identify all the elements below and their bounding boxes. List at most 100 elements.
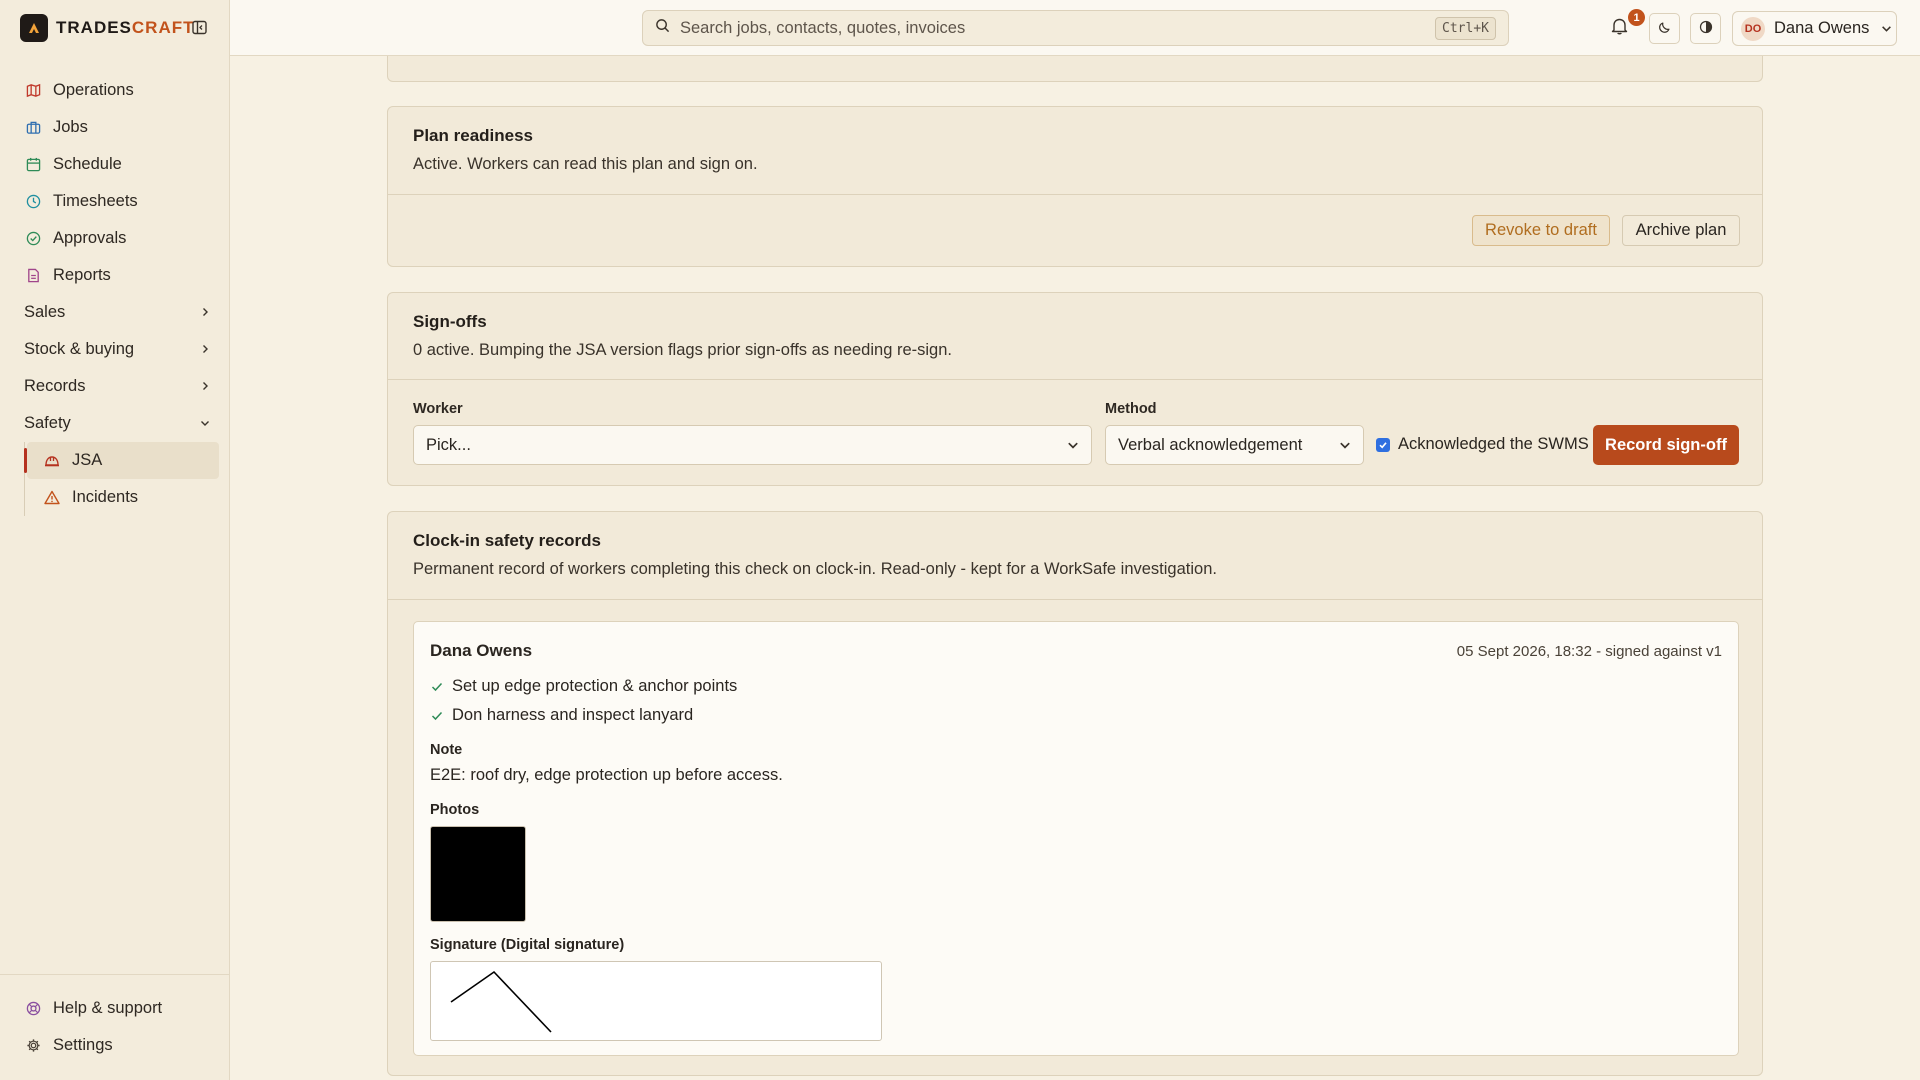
plan-readiness-card: Plan readiness Active. Workers can read … [387,106,1763,267]
brand-name-part1: TRADES [56,18,132,37]
acknowledged-checkbox[interactable] [1376,437,1390,452]
record-check-label: Set up edge protection & anchor points [452,677,738,695]
sidebar-item-jobs[interactable]: Jobs [16,109,218,146]
chevron-down-icon [1067,437,1079,456]
user-name: Dana Owens [1774,19,1870,37]
moon-icon [1658,19,1672,39]
sidebar-item-help[interactable]: Help & support [16,990,214,1027]
sidebar-item-timesheets[interactable]: Timesheets [16,183,218,220]
sidebar-group-label: Safety [24,414,71,432]
sidebar-group-label: Stock & buying [24,340,135,358]
sidebar-item-operations[interactable]: Operations [16,72,218,109]
safety-submenu: JSA Incidents [24,442,219,516]
sidebar-item-approvals[interactable]: Approvals [16,220,218,257]
record-timestamp: 05 Sept 2026, 18:32 - signed against v1 [1456,643,1722,660]
chevron-down-icon [200,414,210,433]
sidebar-item-incidents[interactable]: Incidents [27,479,219,516]
sidebar-item-label: Timesheets [53,192,138,210]
sidebar-group-records[interactable]: Records [16,368,218,405]
clock-icon [24,193,42,211]
search-input[interactable]: Search jobs, contacts, quotes, invoices [680,19,965,38]
acknowledged-checkbox-row[interactable]: Acknowledged the SWMS [1376,435,1589,454]
sidebar-collapse-icon[interactable] [190,18,208,36]
card-divider [388,599,1762,600]
brand-logo-icon [20,14,48,42]
hard-hat-icon [43,452,61,470]
chevron-down-icon [1881,23,1892,34]
sidebar: TRADESCRAFT Operations Jobs Schedule Tim… [0,0,230,1080]
map-icon [24,82,42,100]
record-worker-name: Dana Owens [430,641,533,660]
method-select-value: Verbal acknowledgement [1118,435,1303,454]
card-title: Clock-in safety records [413,531,602,550]
chevron-right-icon [200,340,210,359]
record-signoff-button[interactable]: Record sign-off [1593,425,1739,465]
sidebar-item-label: Jobs [53,118,88,136]
sidebar-item-label: Operations [53,81,134,99]
gear-icon [24,1037,42,1055]
worker-label: Worker [413,401,463,417]
sidebar-item-jsa[interactable]: JSA [24,442,219,479]
card-divider [388,379,1762,380]
sidebar-item-label: Reports [53,266,111,284]
worker-select-value: Pick... [426,435,471,454]
chevron-right-icon [200,377,210,396]
sidebar-item-label: Schedule [53,155,122,173]
sidebar-item-label: Approvals [53,229,127,247]
note-text: E2E: roof dry, edge protection up before… [430,766,783,784]
briefcase-icon [24,119,42,137]
archive-plan-button[interactable]: Archive plan [1622,215,1740,246]
sidebar-group-label: Sales [24,303,66,321]
contrast-icon [1699,19,1713,39]
method-select[interactable]: Verbal acknowledgement [1105,425,1364,465]
topbar: Search jobs, contacts, quotes, invoices … [230,0,1920,56]
brand-name-part2: CRAFT [131,18,195,37]
lifebuoy-icon [24,1000,42,1018]
document-icon [24,267,42,285]
card-description: 0 active. Bumping the JSA version flags … [413,341,952,359]
checkmark-icon [430,682,444,692]
sidebar-item-reports[interactable]: Reports [16,257,218,294]
signature-image [430,961,882,1041]
record-check-label: Don harness and inspect lanyard [452,706,694,724]
search-bar[interactable]: Search jobs, contacts, quotes, invoices … [642,10,1509,46]
sidebar-item-label: Incidents [72,488,139,506]
contrast-toggle-button[interactable] [1690,13,1721,44]
record-check-item: Don harness and inspect lanyard [430,706,693,725]
notifications-bell-icon[interactable] [1608,15,1630,37]
sidebar-group-label: Records [24,377,86,395]
note-label: Note [430,742,463,758]
search-icon [655,18,670,38]
card-title: Plan readiness [413,126,534,145]
sidebar-group-safety[interactable]: Safety [16,405,218,442]
chevron-down-icon [1339,437,1351,456]
chevron-right-icon [200,303,210,322]
check-circle-icon [24,230,42,248]
card-divider [388,194,1762,195]
record-check-item: Set up edge protection & anchor points [430,677,737,696]
method-label: Method [1105,401,1157,417]
sidebar-item-label: JSA [72,451,103,469]
safety-record-item: Dana Owens 05 Sept 2026, 18:32 - signed … [413,621,1739,1056]
acknowledged-label: Acknowledged the SWMS [1398,435,1589,453]
card-description: Permanent record of workers completing t… [413,560,1217,578]
theme-toggle-button[interactable] [1649,13,1680,44]
user-menu-button[interactable]: DO Dana Owens [1732,11,1897,46]
photos-label: Photos [430,802,480,818]
record-photo-thumbnail[interactable] [430,826,526,922]
signature-label: Signature (Digital signature) [430,937,625,953]
sidebar-nav: Operations Jobs Schedule Timesheets Appr… [16,72,219,516]
warning-icon [43,489,61,507]
worker-select[interactable]: Pick... [413,425,1092,465]
sidebar-item-schedule[interactable]: Schedule [16,146,218,183]
avatar: DO [1741,16,1765,41]
checkmark-icon [430,711,444,721]
sidebar-group-sales[interactable]: Sales [16,294,218,331]
sidebar-group-stock[interactable]: Stock & buying [16,331,218,368]
search-shortcut: Ctrl+K [1435,17,1496,40]
brand[interactable]: TRADESCRAFT [20,14,195,42]
sidebar-footer: Help & support Settings [0,974,230,1064]
card-description: Active. Workers can read this plan and s… [413,155,758,173]
sidebar-item-settings[interactable]: Settings [16,1027,214,1064]
revoke-to-draft-button[interactable]: Revoke to draft [1472,215,1610,246]
